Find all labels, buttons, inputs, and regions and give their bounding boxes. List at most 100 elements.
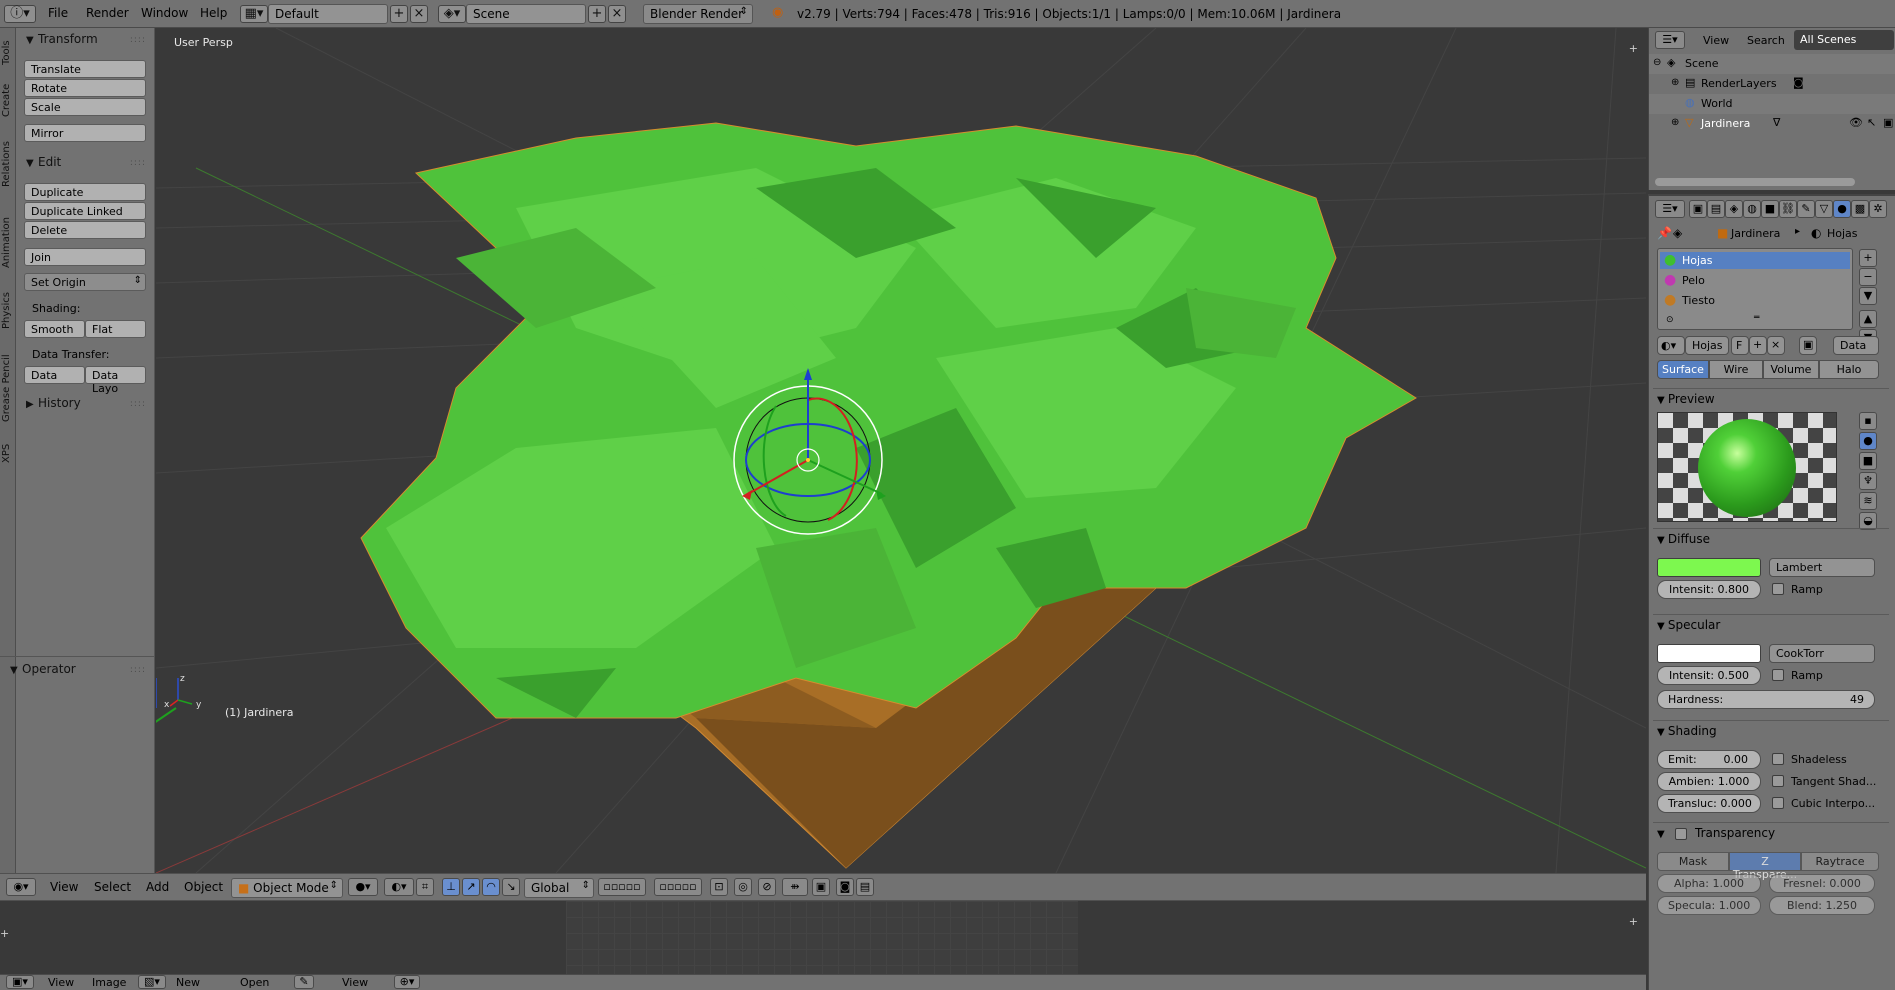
plus-corner-icon[interactable]: + [1629,915,1638,928]
tab-grease-pencil[interactable]: Grease Pencil [1,340,15,436]
material-name-field[interactable]: Hojas [1685,336,1729,355]
outliner-row-scene[interactable]: ⊖ ◈ Scene [1649,54,1895,74]
remove-layout-icon[interactable]: × [410,5,428,23]
material-slot-list[interactable]: ● Hojas ● Pelo ● Tiesto ⊙ ═ [1657,248,1853,330]
drag-grip-icon[interactable]: :::: [130,399,146,409]
menu-add[interactable]: Add [146,880,169,894]
expand-icon[interactable]: ⊕ [1671,77,1679,88]
particles-tab-icon[interactable]: ✲ [1869,200,1887,218]
manipulator-toggle-icon[interactable]: ⌗ [416,878,434,896]
tab-relations[interactable]: Relations [1,126,15,202]
expand-icon[interactable]: ⊕ [1671,117,1679,128]
tab-animation[interactable]: Animation [1,204,15,282]
specular-panel-header[interactable]: ▼ Specular [1657,618,1720,632]
snap-element-icon[interactable]: ⇻ [782,878,808,896]
emit-slider[interactable]: Emit: 0.00 [1657,750,1761,769]
tab-wire[interactable]: Wire [1709,360,1763,379]
history-panel-header[interactable]: ▶ History [26,396,81,410]
drag-grip-icon[interactable]: :::: [130,665,146,675]
diffuse-panel-header[interactable]: ▼ Diffuse [1657,532,1710,546]
blend-slider[interactable]: Blend: 1.250 [1769,896,1875,915]
outliner-row-world[interactable]: ◍ World [1649,94,1895,114]
rotate-button[interactable]: Rotate [24,79,146,97]
scale-manipulator-icon[interactable]: ◠ [482,878,500,896]
render-preview-icon[interactable]: ▣ [812,878,830,896]
node-icon[interactable]: ▣ [1799,336,1817,355]
resize-grip-icon[interactable]: ═ [1754,313,1759,323]
render-icon[interactable]: ▣ [1883,116,1893,129]
preview-hair-icon[interactable]: ≋ [1859,492,1877,510]
preview-monkey-icon[interactable]: ♆ [1859,472,1877,490]
layers-grid-a[interactable]: ▫▫▫▫▫ [598,878,646,896]
display-mode-select[interactable]: All Scenes [1794,30,1894,50]
tab-raytrace[interactable]: Raytrace [1801,852,1879,871]
pin-icon[interactable]: ✎ [294,975,314,989]
render-layers-tab-icon[interactable]: ▤ [1707,200,1725,218]
move-up-icon[interactable]: ▲ [1859,310,1877,328]
duplicate-linked-button[interactable]: Duplicate Linked [24,202,146,220]
slot-menu-icon[interactable]: ▼ [1859,287,1877,305]
diffuse-shader-select[interactable]: Lambert [1769,558,1875,577]
operator-panel-header[interactable]: ▼ Operator [10,662,76,676]
fake-user-button[interactable]: F [1731,336,1749,355]
shadeless-checkbox[interactable] [1772,753,1784,765]
diffuse-color-swatch[interactable] [1657,558,1761,577]
translucency-slider[interactable]: Transluc: 0.000 [1657,794,1761,813]
data-layout-button[interactable]: Data Layo [85,366,146,395]
editor-type-icon[interactable]: ☰▾ [1655,200,1685,218]
orientation-select[interactable]: Global ⇕ [524,878,594,898]
ambient-slider[interactable]: Ambien: 1.000 [1657,772,1761,791]
hardness-slider[interactable]: Hardness: 49 [1657,690,1875,709]
editor-type-icon[interactable]: ▣▾ [6,975,34,989]
diffuse-intensity-slider[interactable]: Intensit: 0.800 [1657,580,1761,599]
tab-surface[interactable]: Surface [1657,360,1709,379]
menu-object[interactable]: Object [184,880,223,894]
image-browse-icon[interactable]: ▧▾ [138,975,166,989]
outliner-search-menu[interactable]: Search [1747,34,1785,47]
render-engine-select[interactable]: Blender Render ⇕ [643,4,753,24]
menu-help[interactable]: Help [200,6,227,20]
object-tab-icon[interactable]: ■ [1761,200,1779,218]
diffuse-ramp-checkbox[interactable] [1772,583,1784,595]
film-icon[interactable]: ▤ [856,878,874,896]
tab-volume[interactable]: Volume [1763,360,1819,379]
proportional-edit-icon[interactable]: ◎ [734,878,752,896]
tab-mask[interactable]: Mask [1657,852,1729,871]
uv-icon[interactable]: ⊕▾ [394,975,420,989]
lock-layer-icon[interactable]: ⊡ [710,878,728,896]
3d-viewport[interactable]: z x y User Persp (1) Jardinera + [156,28,1646,873]
pin-icon[interactable]: 📌 [1657,226,1672,240]
translate-manipulator-icon[interactable]: ⊥ [442,878,460,896]
open-image-button[interactable]: Open [240,976,269,989]
tangent-shading-checkbox[interactable] [1772,775,1784,787]
editor-type-icon[interactable]: ◉▾ [6,878,36,896]
link-data-select[interactable]: Data [1833,336,1879,355]
collapse-icon[interactable]: ⊖ [1653,57,1661,68]
menu-view[interactable]: View [50,880,78,894]
snap-icon[interactable]: ⊘ [758,878,776,896]
transform-space-icon[interactable]: ↘ [502,878,520,896]
menu-file[interactable]: File [48,6,68,20]
layers-grid-b[interactable]: ▫▫▫▫▫ [654,878,702,896]
smooth-button[interactable]: Smooth [24,320,85,338]
preview-panel-header[interactable]: ▼ Preview [1657,392,1715,406]
menu-view[interactable]: View [48,976,74,989]
tab-physics[interactable]: Physics [1,284,15,338]
tab-halo[interactable]: Halo [1819,360,1879,379]
camera-icon[interactable]: ◙ [836,878,854,896]
scene-icon[interactable]: ◈▾ [438,5,466,23]
tab-tools[interactable]: Tools [1,34,15,72]
remove-slot-icon[interactable]: − [1859,268,1877,286]
layout-field[interactable]: Default [268,4,388,24]
world-tab-icon[interactable]: ◍ [1743,200,1761,218]
info-icon[interactable]: ⓘ▾ [4,5,36,23]
add-scene-icon[interactable]: + [588,5,606,23]
preview-flat-icon[interactable]: ▪ [1859,412,1877,430]
editor-type-icon[interactable]: ☰▾ [1655,31,1685,49]
join-button[interactable]: Join [24,248,146,266]
specular-intensity-slider[interactable]: Intensit: 0.500 [1657,666,1761,685]
constraints-tab-icon[interactable]: ⛓ [1779,200,1797,218]
plus-corner-icon[interactable]: + [1629,42,1638,55]
outliner-row-renderlayers[interactable]: ⊕ ▤ RenderLayers ◙ [1649,74,1895,94]
drag-grip-icon[interactable]: :::: [130,35,146,45]
